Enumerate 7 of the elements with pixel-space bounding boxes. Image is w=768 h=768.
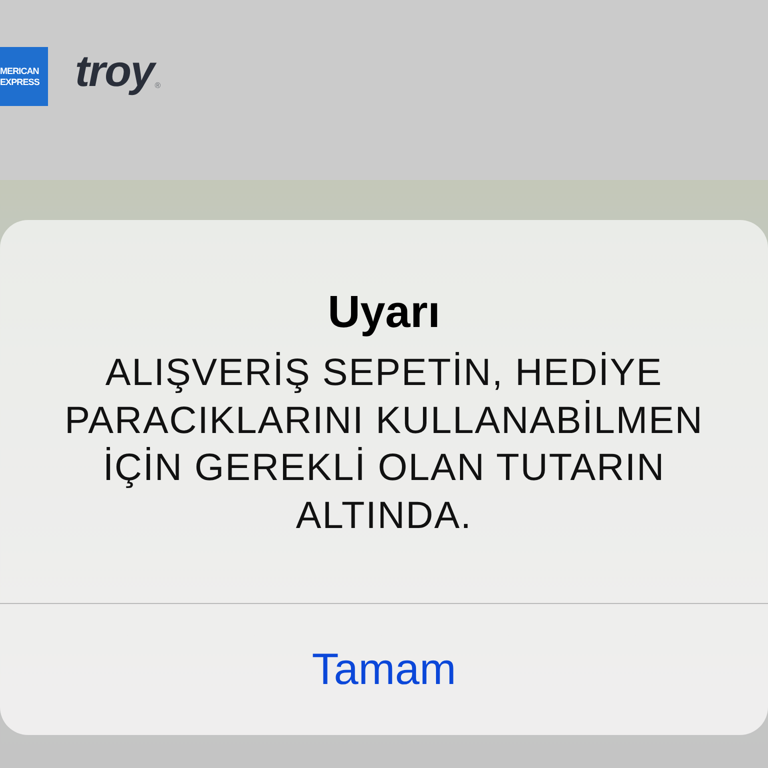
logo-text: MERICAN [0, 66, 39, 76]
brand-logo-text: troy [75, 51, 154, 93]
ok-button[interactable]: Tamam [0, 604, 768, 735]
alert-message: ALIŞVERİŞ SEPETİN, HEDİYE PARACIKLARINI KULLANABİLMEN İÇİN GEREKLİ OLAN TUTARIN ALTINDA. [64, 351, 704, 538]
registered-mark: ® [154, 81, 161, 90]
alert-title: Uyarı [328, 286, 440, 338]
logo-text: EXPRESS [0, 77, 40, 87]
